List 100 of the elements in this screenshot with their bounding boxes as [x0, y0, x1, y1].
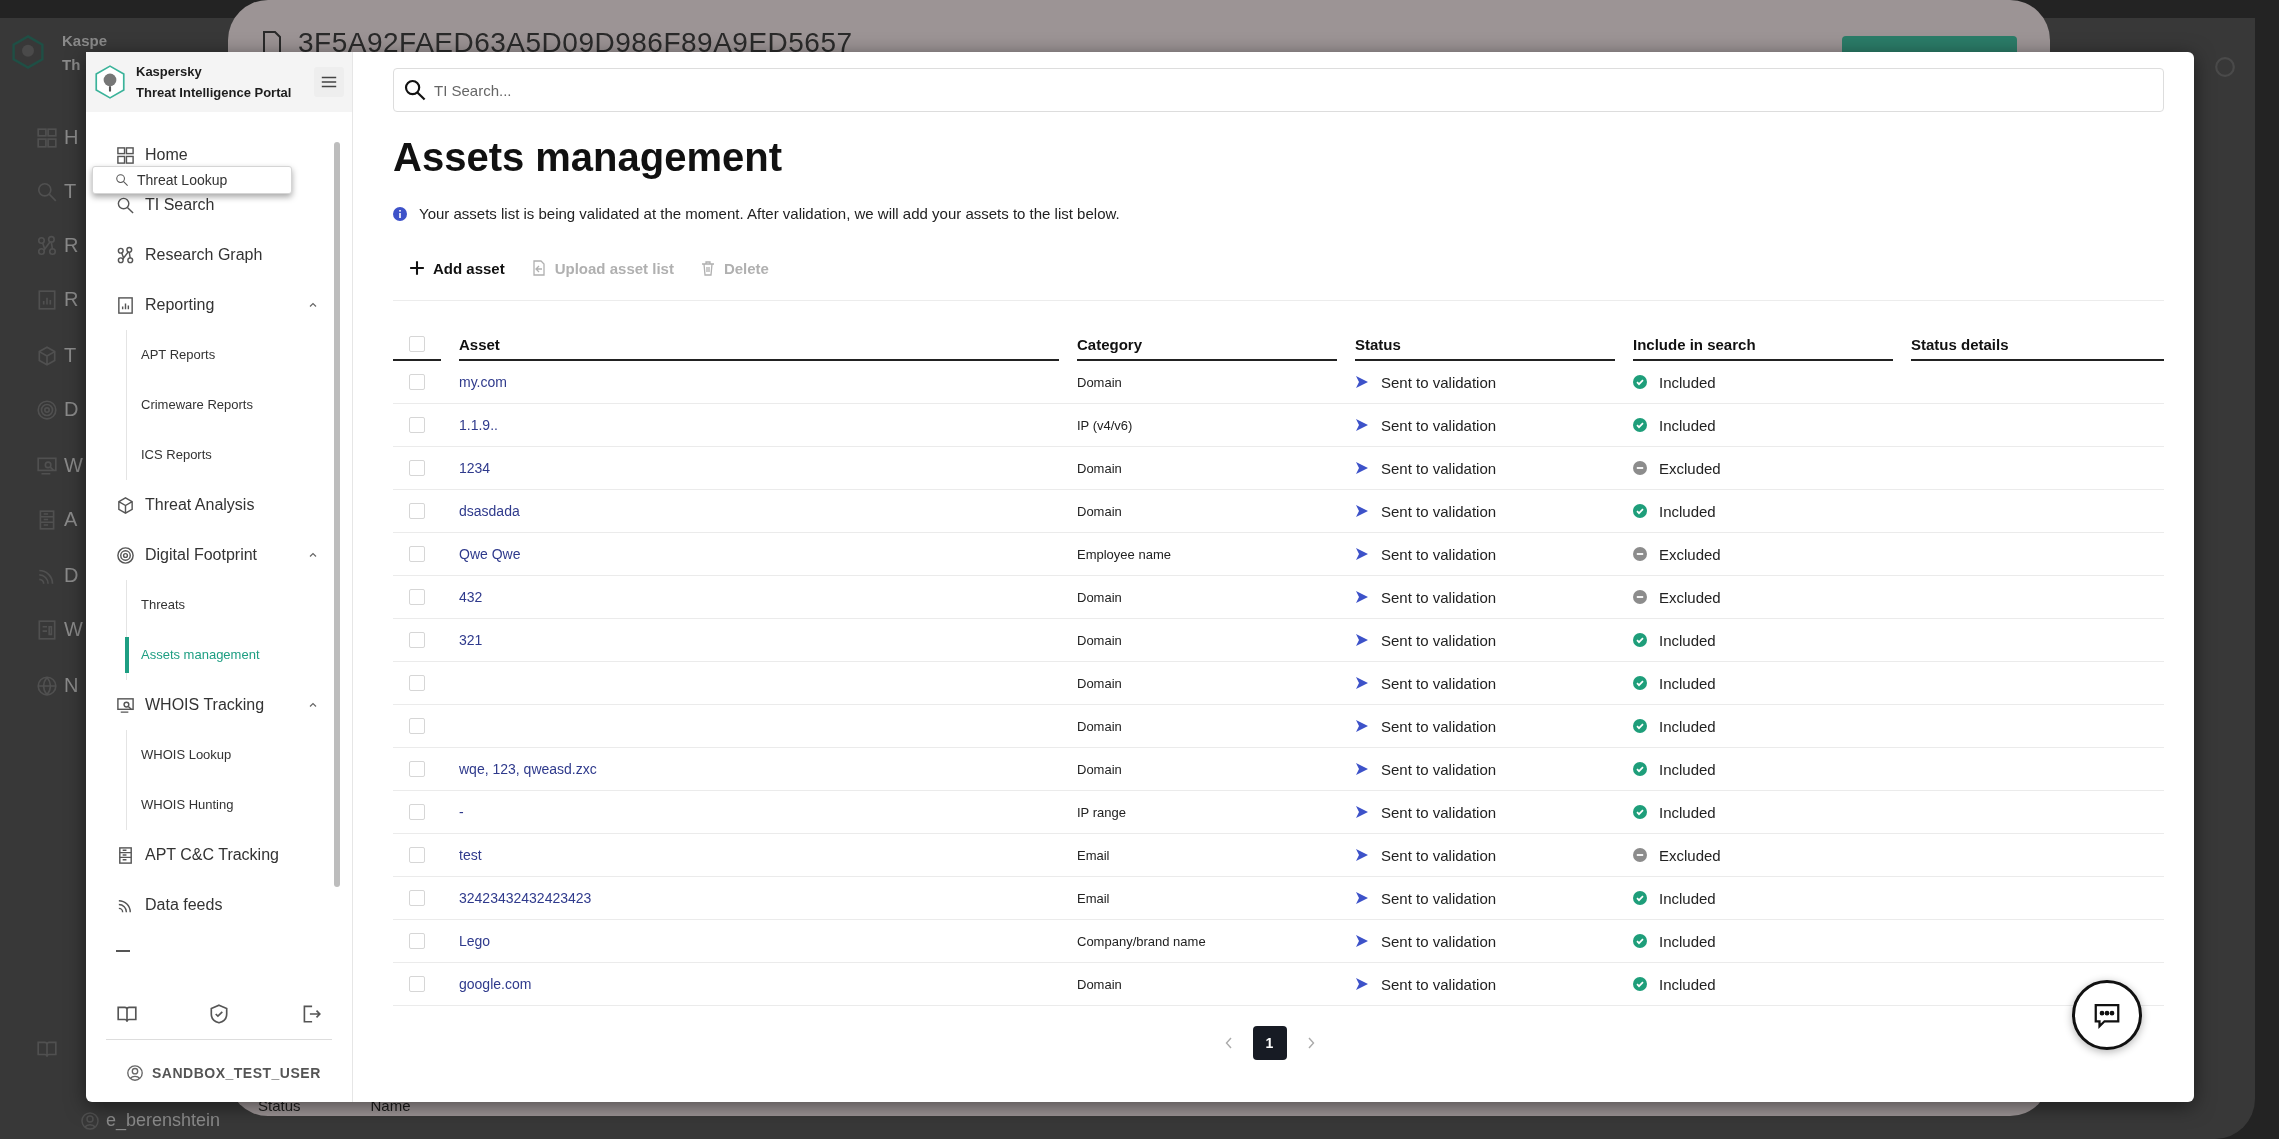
column-header[interactable]: Category	[1077, 329, 1337, 361]
asset-link[interactable]: Qwe Qwe	[459, 546, 521, 562]
file-title: 3F5A92FAED63A5D09D986F89A9ED5657	[298, 27, 853, 59]
search-field[interactable]: TI Search...	[393, 68, 2164, 112]
brand-name: Kaspe	[62, 32, 108, 49]
nav-icon	[116, 495, 135, 515]
asset-link[interactable]: google.com	[459, 976, 532, 992]
row-checkbox[interactable]	[409, 847, 425, 863]
nav-icon	[116, 845, 135, 865]
asset-link[interactable]: 321	[459, 632, 483, 648]
table-cell: IP (v4/v6)	[1077, 417, 1133, 433]
row-checkbox[interactable]	[409, 890, 425, 906]
row-checkbox[interactable]	[409, 589, 425, 605]
search-icon	[116, 195, 135, 215]
status-text: Sent to validation	[1381, 588, 1497, 606]
row-checkbox[interactable]	[409, 374, 425, 390]
nav-subitem[interactable]: Crimeware Reports	[125, 380, 352, 430]
status-text: Sent to validation	[1381, 889, 1497, 907]
status-text: Sent to validation	[1381, 932, 1497, 950]
include-status: Included	[1659, 373, 1716, 391]
nav-subitem[interactable]: APT Reports	[125, 330, 352, 380]
include-status: Included	[1659, 674, 1716, 692]
send-icon	[1355, 461, 1369, 475]
row-checkbox[interactable]	[409, 933, 425, 949]
asset-link[interactable]: test	[459, 847, 482, 863]
nav-icon	[36, 674, 58, 697]
logo-icon	[94, 64, 126, 100]
asset-link[interactable]: -	[459, 804, 464, 820]
column-header: Status	[258, 1097, 301, 1114]
product-name: Th	[62, 56, 81, 73]
shield-button[interactable]	[208, 1003, 230, 1025]
chevron-icon	[308, 300, 318, 310]
send-icon	[1355, 762, 1369, 776]
asset-link[interactable]: Lego	[459, 933, 491, 949]
send-icon	[1355, 805, 1369, 819]
column-header[interactable]: Status	[1355, 329, 1615, 361]
column-header[interactable]: Include in search	[1633, 329, 1893, 361]
nav-icon	[116, 695, 135, 715]
row-checkbox[interactable]	[409, 546, 425, 562]
nav-item[interactable]: Digital Footprint	[116, 530, 352, 580]
asset-link[interactable]: 1234	[459, 460, 491, 476]
row-checkbox[interactable]	[409, 718, 425, 734]
table-cell: Company/brand name	[1077, 933, 1206, 949]
brand-name: Kaspersky	[136, 64, 203, 79]
action-button[interactable]	[1842, 36, 2017, 52]
asset-link[interactable]: my.com	[459, 374, 507, 390]
row-checkbox[interactable]	[409, 976, 425, 992]
nav-subitem[interactable]: ICS Reports	[125, 430, 352, 480]
toolbar-button[interactable]: Add asset	[409, 259, 505, 277]
scrollbar[interactable]	[334, 142, 340, 887]
include-status: Included	[1659, 760, 1716, 778]
row-checkbox[interactable]	[409, 675, 425, 691]
search-icon	[36, 180, 58, 203]
nav-item[interactable]: Research Graph	[116, 230, 352, 280]
row-checkbox[interactable]	[409, 761, 425, 777]
status-text: Sent to validation	[1381, 459, 1497, 477]
asset-link[interactable]: 1.1.9..	[459, 417, 498, 433]
row-checkbox[interactable]	[409, 804, 425, 820]
user-icon	[80, 1110, 100, 1131]
asset-link[interactable]: 432	[459, 589, 483, 605]
user-icon	[126, 1064, 144, 1082]
asset-link[interactable]: wqe, 123, qweasd.zxc	[459, 761, 597, 777]
nav-item[interactable]: Data feeds	[116, 880, 352, 930]
status-text: Sent to validation	[1381, 760, 1497, 778]
nav-item[interactable]: APT C&C Tracking	[116, 830, 352, 880]
nav-item[interactable]: Reporting	[116, 280, 352, 330]
nav-subitem[interactable]: WHOIS Hunting	[125, 780, 352, 830]
previous-page-icon[interactable]	[1224, 1037, 1233, 1049]
page-button[interactable]: 1	[1252, 1026, 1287, 1060]
chat-button[interactable]	[2072, 980, 2142, 1050]
trash-icon	[699, 260, 716, 276]
table-cell: Domain	[1077, 632, 1122, 648]
asset-link[interactable]: 32423432432423423	[459, 890, 592, 906]
row-checkbox[interactable]	[409, 632, 425, 648]
row-checkbox[interactable]	[409, 417, 425, 433]
nav-item[interactable]: WHOIS Tracking	[116, 680, 352, 730]
menu-button[interactable]	[314, 67, 344, 97]
table-cell: Employee name	[1077, 546, 1171, 562]
table-cell: Domain	[1077, 761, 1122, 777]
row-checkbox[interactable]	[409, 460, 425, 476]
row-checkbox[interactable]	[409, 503, 425, 519]
chevron-icon	[308, 550, 318, 560]
select-all-checkbox[interactable]	[409, 336, 425, 352]
table-cell: Email	[1077, 847, 1110, 863]
nav-subitem[interactable]: Threats	[125, 580, 352, 630]
nav-item[interactable]: Threat Analysis	[116, 480, 352, 530]
include-status: Included	[1659, 502, 1716, 520]
status-text: Sent to validation	[1381, 717, 1497, 735]
include-status: Included	[1659, 631, 1716, 649]
include-status: Excluded	[1659, 846, 1721, 864]
column-header[interactable]: Status details	[1911, 329, 2164, 361]
nav-subitem[interactable]: WHOIS Lookup	[125, 730, 352, 780]
next-page-icon[interactable]	[1306, 1037, 1315, 1049]
asset-link[interactable]: dsasdada	[459, 503, 520, 519]
table-cell: Domain	[1077, 460, 1122, 476]
status-text: Sent to validation	[1381, 502, 1497, 520]
nav-icon	[36, 288, 58, 311]
column-header[interactable]: Asset	[459, 329, 1059, 361]
table-cell: Email	[1077, 890, 1110, 906]
table-cell: Domain	[1077, 589, 1122, 605]
